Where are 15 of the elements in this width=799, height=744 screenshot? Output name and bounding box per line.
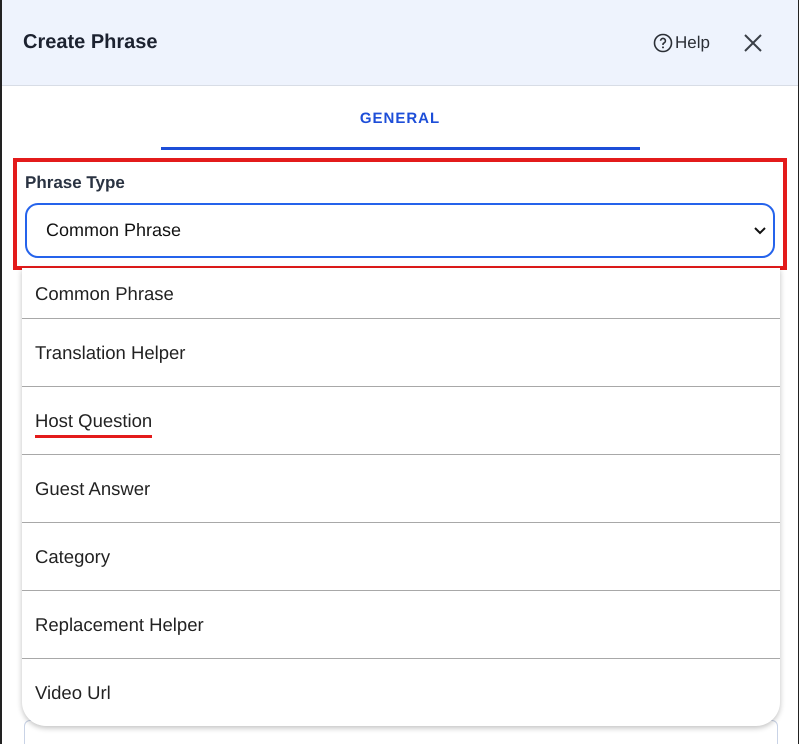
close-button[interactable] — [744, 34, 762, 52]
chevron-down-icon — [753, 226, 767, 236]
dropdown-option[interactable]: Guest Answer — [22, 454, 780, 522]
window-title: Create Phrase — [23, 31, 159, 54]
dropdown-option[interactable]: Category — [22, 522, 780, 590]
help-button[interactable]: Help — [653, 32, 710, 52]
dropdown-option[interactable]: Video Url — [22, 658, 780, 726]
dropdown-option[interactable]: Replacement Helper — [22, 590, 780, 658]
phrase-type-select[interactable]: Common Phrase — [25, 203, 775, 258]
dropdown-option[interactable]: Translation Helper — [22, 318, 780, 386]
help-icon — [653, 32, 674, 52]
dropdown-option[interactable]: Host Question — [22, 386, 780, 454]
tab[interactable]: GENERAL — [160, 86, 640, 150]
field-label: Phrase Type — [25, 173, 126, 193]
dropdown-option[interactable]: Common Phrase — [22, 268, 780, 318]
